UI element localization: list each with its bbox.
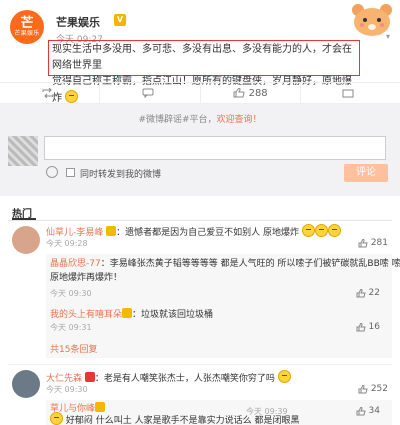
post-header: 芒 芒果娱乐 芒果娱乐 V 今天 09:27 ▾ [6, 4, 394, 45]
post-action-bar: 288 [0, 82, 400, 104]
rumor-tag-line: #微博辟谣#平台，欢迎查询！ [0, 112, 400, 125]
commenter-name[interactable]: 仙草儿-李易峰 [46, 228, 103, 238]
reply-body: ：李易峰张杰黄子韬等等等等 都是人气旺的 所以嗦子们被铲碳就乱BB嗦 嗦子 [100, 259, 400, 269]
more-replies-link[interactable]: 共15条回复 [50, 342, 97, 355]
comment-text: 仙草儿-李易峰 ：遗憾者都是因为自己爱豆不如别人 原地爆炸 [46, 224, 346, 240]
comment-input[interactable] [44, 136, 386, 160]
reply-like-button[interactable]: 16 [356, 322, 380, 332]
member-badge-icon [122, 308, 133, 318]
smile-emoji-icon [314, 224, 328, 237]
repost-icon [42, 88, 54, 98]
share-icon [342, 89, 354, 98]
avatar-logo-text: 芒果娱乐 [14, 29, 40, 37]
reply-like-count: 22 [368, 288, 380, 298]
comment-body: ：老是有人嘲笑张杰士，人张杰嘲笑你穷了吗 [94, 374, 275, 384]
my-avatar [8, 136, 38, 166]
replier-name[interactable]: 晶晶欣思-77 [50, 259, 101, 269]
like-icon [358, 384, 368, 393]
member-badge-icon [95, 402, 106, 412]
rumor-query-link[interactable]: 欢迎查询！ [217, 115, 262, 125]
reply-block: 草儿与你峰 好郁闷 什么叫土 人家是歌手不是靠实力说话么 都是闭眼黑 34 今天… [46, 400, 392, 425]
reply-like-count: 16 [368, 322, 380, 332]
comment-like-button[interactable]: 281 [358, 238, 388, 248]
repost-button[interactable] [0, 83, 101, 103]
share-button[interactable] [301, 83, 400, 103]
author-name[interactable]: 芒果娱乐 [56, 14, 100, 30]
repost-checkbox[interactable] [66, 168, 75, 177]
like-icon [358, 238, 368, 247]
commenter-avatar[interactable] [12, 370, 40, 398]
reply-text-continued: 好郁闷 什么叫土 人家是歌手不是靠实力说话么 都是闭眼黑 [50, 412, 350, 425]
emoji-picker-icon[interactable] [46, 166, 58, 178]
like-icon [356, 406, 366, 415]
replier-name[interactable]: 我的头上有嘻耳朵 [50, 310, 122, 320]
comment-body: ：遗憾者都是因为自己爱豆不如别人 原地爆炸 [116, 228, 299, 238]
like-icon [233, 88, 245, 98]
smile-emoji-icon [327, 224, 341, 237]
bear-sticker-icon [352, 4, 392, 36]
chevron-down-icon[interactable]: ▾ [386, 32, 390, 41]
smile-emoji-icon [277, 370, 291, 383]
like-button[interactable]: 288 [201, 83, 301, 103]
reply-like-count: 34 [368, 406, 380, 416]
like-icon [356, 288, 366, 297]
smile-emoji-icon [50, 412, 63, 425]
comment-time: 今天 09:28 [46, 239, 88, 248]
reply-body: 好郁闷 什么叫土 人家是歌手不是靠实力说话么 都是闭眼黑 [65, 416, 300, 425]
reply-time: 今天 09:30 [50, 289, 92, 298]
comment-text: 大仁先森 ：老是有人嘲笑张杰士，人张杰嘲笑你穷了吗 [46, 370, 346, 386]
reply-block: 晶晶欣思-77：李易峰张杰黄子韬等等等等 都是人气旺的 所以嗦子们被铲碳就乱BB… [46, 254, 400, 358]
comment-like-count: 281 [370, 238, 388, 248]
vip-badge-icon: V [114, 14, 126, 26]
commenter-name[interactable]: 大仁先森 [46, 374, 82, 384]
post-text-line: 现实生活中多没用、多可悲、多没有出息、多没有能力的人，才会在网络世界里 [52, 44, 352, 71]
reply-text: 我的头上有嘻耳朵 ：垃圾就该回垃圾桶 [50, 308, 350, 322]
reply-like-button[interactable]: 34 [356, 406, 380, 416]
divider [8, 364, 392, 365]
commenter-avatar[interactable] [12, 226, 40, 254]
post-text: 现实生活中多没用、多可悲、多没有出息、多没有能力的人，才会在网络世界里 觉得自己… [48, 40, 360, 104]
reply-like-button[interactable]: 22 [356, 288, 380, 298]
member-badge-icon [106, 226, 117, 236]
comment-time: 今天 09:30 [46, 385, 88, 394]
divider [8, 220, 392, 221]
submit-comment-button[interactable]: 评论 [344, 164, 388, 182]
avatar-logo-mark: 芒 [20, 15, 34, 31]
reply-time: 今天 09:31 [50, 323, 92, 332]
like-count: 288 [248, 87, 268, 99]
reply-body: ：垃圾就该回垃圾桶 [132, 310, 214, 320]
comment-panel: #微博辟谣#平台，欢迎查询！ 同时转发到我的微博 评论 [0, 104, 400, 196]
comment-like-count: 252 [370, 384, 388, 394]
repost-checkbox-label: 同时转发到我的微博 [80, 170, 162, 180]
comment-button[interactable] [100, 83, 201, 103]
reply-time: 今天 09:39 [246, 407, 288, 416]
smile-emoji-icon [301, 224, 315, 237]
reply-text: 晶晶欣思-77：李易峰张杰黄子韬等等等等 都是人气旺的 所以嗦子们被铲碳就乱BB… [50, 258, 400, 271]
comment-like-button[interactable]: 252 [358, 384, 388, 394]
reply-text-continued: 原地爆炸再爆炸！ [50, 273, 123, 283]
rumor-tag-text: #微博辟谣#平台， [138, 115, 217, 125]
like-icon [356, 322, 366, 331]
author-avatar[interactable]: 芒 芒果娱乐 [10, 10, 44, 44]
member-badge-icon [84, 372, 95, 382]
comment-icon [142, 88, 154, 98]
